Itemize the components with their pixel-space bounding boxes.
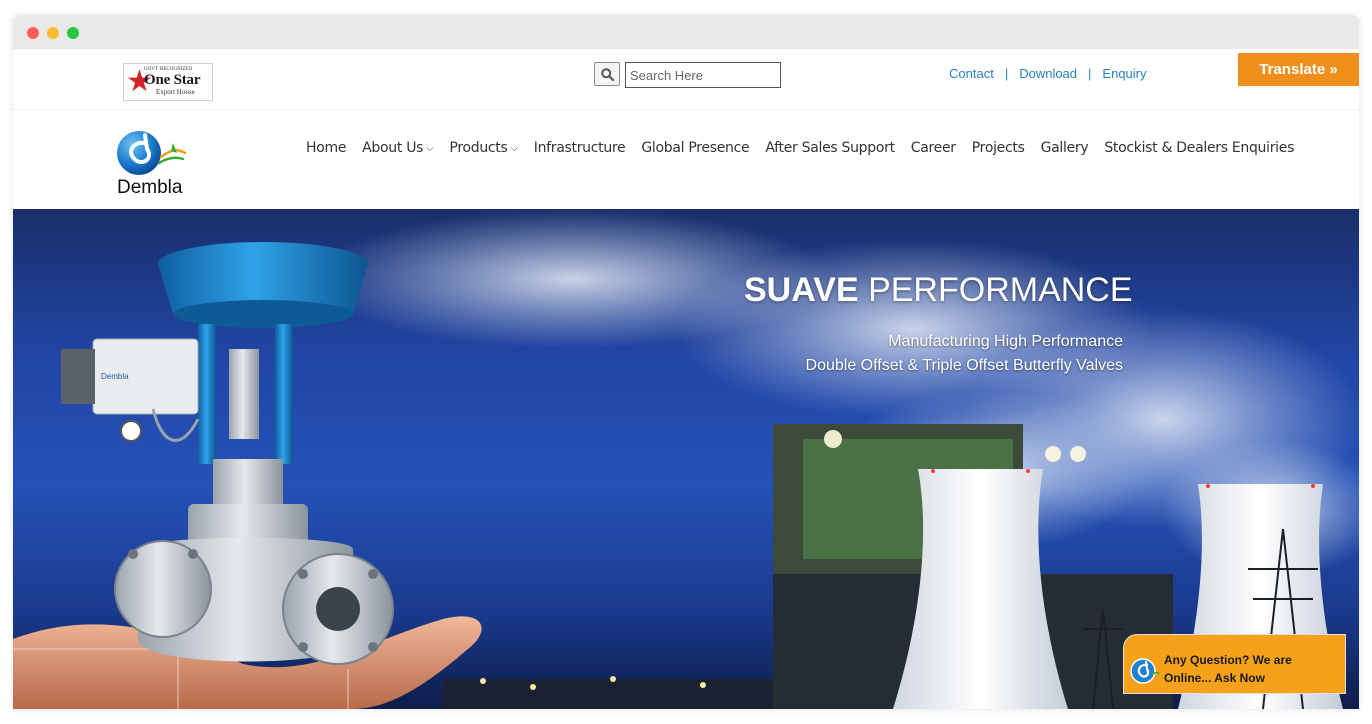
close-window-button[interactable] [27,27,39,39]
primary-nav: Home About Us ⌵ Products ⌵ Infrastructure … [306,140,1310,156]
nav-item-about-us[interactable]: About Us ⌵ [362,140,434,156]
search-input[interactable] [625,62,781,88]
hero-title: SUAVE PERFORMANCE [744,271,1133,310]
link-separator: | [1088,66,1092,81]
nav-item-label: Infrastructure [533,140,626,156]
partner-logo-sub: Export House [156,88,195,96]
nav-item-label: Home [306,140,347,156]
chat-line-1: Any Question? We are [1164,653,1292,667]
one-star-export-house-logo: ★ GOVT. RECOGNIZED One Star Export House [123,63,213,101]
chat-line-2: Online... Ask Now [1164,671,1265,685]
hero-subtitle-line-2: Double Offset & Triple Offset Butterfly … [805,357,1123,374]
maximize-window-button[interactable] [67,27,79,39]
translate-button[interactable]: Translate » [1238,53,1359,86]
browser-chrome [13,15,1359,49]
hero-subtitle: Manufacturing High Performance Double Of… [806,330,1123,378]
nav-item-infrastructure[interactable]: Infrastructure [534,140,626,156]
chat-text: Any Question? We are Online... Ask Now [1164,651,1292,687]
partner-logo-name: One Star [144,72,201,88]
hero-title-bold: SUAVE [744,271,859,309]
live-chat-widget[interactable]: Any Question? We are Online... Ask Now [1123,634,1346,694]
nav-item-label: Products [449,140,508,156]
nav-item-home[interactable]: Home [306,140,346,156]
top-links: Contact | Download | Enquiry [949,66,1147,84]
valve-brand-label: Dembla [101,372,129,381]
nav-item-label: Career [910,140,956,156]
download-link[interactable]: Download [1019,66,1077,81]
link-separator: | [1004,66,1009,81]
nav-item-products[interactable]: Products ⌵ [449,140,518,156]
main-navbar: Dembla Home About Us ⌵ Products ⌵ Infrastr… [13,110,1359,209]
search-icon [601,68,614,81]
nav-item-stockist-dealers-enquiries[interactable]: Stockist & Dealers Enquiries [1104,140,1294,156]
nav-item-label: After Sales Support [765,140,895,156]
dembla-logo-icon [117,131,187,175]
chevron-down-icon: ⌵ [426,142,434,154]
nav-item-label: Gallery [1040,140,1089,156]
logo-text: Dembla [117,177,183,198]
nav-item-label: Projects [971,140,1025,156]
nav-item-after-sales-support[interactable]: After Sales Support [765,140,895,156]
hero-title-rest: PERFORMANCE [868,271,1133,309]
nav-item-gallery[interactable]: Gallery [1041,140,1089,156]
nav-item-label: Global Presence [641,140,750,156]
search-button[interactable] [594,62,620,86]
nav-item-career[interactable]: Career [911,140,956,156]
enquiry-link[interactable]: Enquiry [1102,66,1146,81]
contact-link[interactable]: Contact [949,66,994,81]
hero-subtitle-line-1: Manufacturing High Performance [888,333,1123,350]
chat-logo-icon [1130,658,1160,684]
minimize-window-button[interactable] [47,27,59,39]
dembla-logo[interactable]: Dembla [115,127,195,205]
top-utility-bar: ★ GOVT. RECOGNIZED One Star Export House… [13,53,1359,109]
nav-item-projects[interactable]: Projects [972,140,1025,156]
nav-item-global-presence[interactable]: Global Presence [641,140,749,156]
nav-item-label: About Us [362,140,424,156]
chevron-down-icon: ⌵ [510,142,518,154]
nav-item-label: Stockist & Dealers Enquiries [1104,140,1295,156]
browser-window: ★ GOVT. RECOGNIZED One Star Export House… [13,15,1359,709]
